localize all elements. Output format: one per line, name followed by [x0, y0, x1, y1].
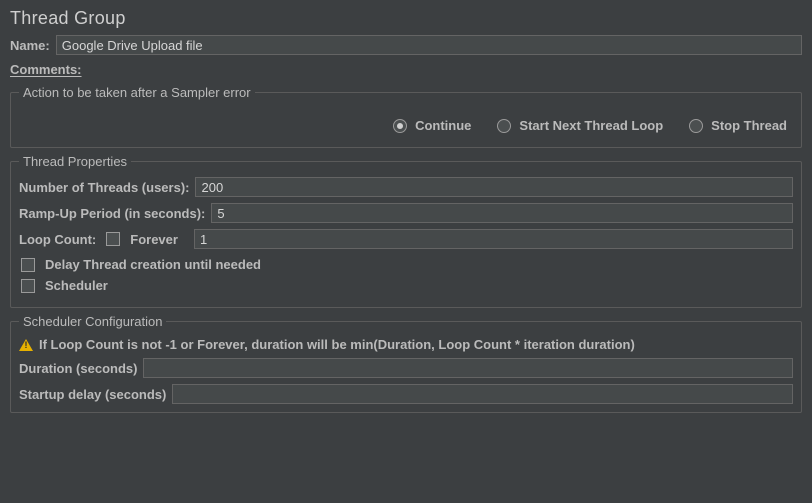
delay-thread-checkbox[interactable]	[21, 258, 35, 272]
duration-input[interactable]	[143, 358, 793, 378]
scheduler-label: Scheduler	[45, 278, 108, 293]
page-title: Thread Group	[10, 8, 802, 29]
name-row: Name:	[10, 35, 802, 55]
scheduler-row[interactable]: Scheduler	[19, 278, 793, 293]
thread-group-panel: Thread Group Name: Comments: Action to b…	[0, 0, 812, 423]
sampler-error-radio-group: Continue Start Next Thread Loop Stop Thr…	[19, 108, 793, 139]
forever-checkbox[interactable]	[106, 232, 120, 246]
radio-icon	[497, 119, 511, 133]
ramp-up-label: Ramp-Up Period (in seconds):	[19, 206, 205, 221]
startup-delay-label: Startup delay (seconds)	[19, 387, 166, 402]
loop-count-row: Loop Count: Forever	[19, 229, 793, 249]
loop-count-label: Loop Count:	[19, 232, 96, 247]
scheduler-checkbox[interactable]	[21, 279, 35, 293]
radio-icon	[393, 119, 407, 133]
num-threads-input[interactable]	[195, 177, 793, 197]
scheduler-config-fieldset: Scheduler Configuration If Loop Count is…	[10, 314, 802, 413]
ramp-up-input[interactable]	[211, 203, 793, 223]
sampler-error-fieldset: Action to be taken after a Sampler error…	[10, 85, 802, 148]
scheduler-warning-row: If Loop Count is not -1 or Forever, dura…	[19, 337, 793, 352]
scheduler-config-legend: Scheduler Configuration	[19, 314, 166, 329]
scheduler-warning-text: If Loop Count is not -1 or Forever, dura…	[39, 337, 635, 352]
radio-start-next[interactable]: Start Next Thread Loop	[497, 118, 663, 133]
comments-label: Comments:	[10, 62, 82, 77]
startup-delay-input[interactable]	[172, 384, 793, 404]
forever-label: Forever	[130, 232, 178, 247]
name-input[interactable]	[56, 35, 802, 55]
duration-label: Duration (seconds)	[19, 361, 137, 376]
num-threads-label: Number of Threads (users):	[19, 180, 189, 195]
radio-continue-label: Continue	[415, 118, 471, 133]
num-threads-row: Number of Threads (users):	[19, 177, 793, 197]
warning-icon	[19, 339, 33, 351]
ramp-up-row: Ramp-Up Period (in seconds):	[19, 203, 793, 223]
loop-count-input[interactable]	[194, 229, 793, 249]
thread-properties-legend: Thread Properties	[19, 154, 131, 169]
radio-icon	[689, 119, 703, 133]
radio-start-next-label: Start Next Thread Loop	[519, 118, 663, 133]
radio-continue[interactable]: Continue	[393, 118, 471, 133]
thread-properties-fieldset: Thread Properties Number of Threads (use…	[10, 154, 802, 308]
delay-thread-label: Delay Thread creation until needed	[45, 257, 261, 272]
duration-row: Duration (seconds)	[19, 358, 793, 378]
startup-delay-row: Startup delay (seconds)	[19, 384, 793, 404]
name-label: Name:	[10, 38, 50, 53]
sampler-error-legend: Action to be taken after a Sampler error	[19, 85, 255, 100]
radio-stop-thread-label: Stop Thread	[711, 118, 787, 133]
delay-thread-row[interactable]: Delay Thread creation until needed	[19, 257, 793, 272]
comments-row: Comments:	[10, 59, 802, 79]
radio-stop-thread[interactable]: Stop Thread	[689, 118, 787, 133]
